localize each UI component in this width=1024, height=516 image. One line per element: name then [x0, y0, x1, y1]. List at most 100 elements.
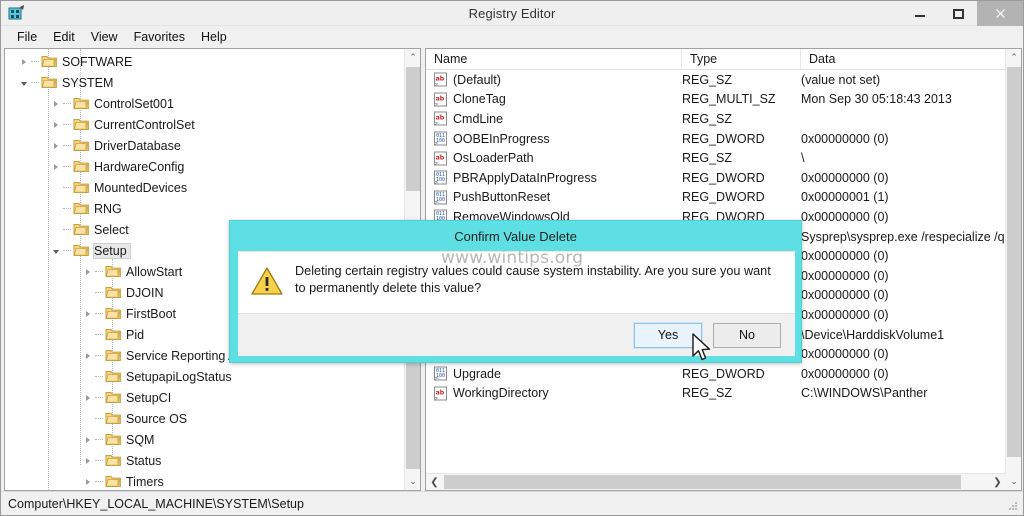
resize-grip-icon[interactable] [1007, 500, 1019, 512]
tree-scroll-thumb-upper[interactable] [406, 67, 420, 191]
close-button[interactable] [977, 1, 1023, 26]
table-row[interactable]: 011 100 OOBEInProgress REG_DWORD 0x00000000 … [426, 129, 1006, 149]
value-type-cell: REG_SZ [682, 72, 733, 87]
watermark: www.wintips.org [441, 248, 584, 268]
table-row[interactable]: ab (Default) REG_SZ (value not set) [426, 70, 1006, 90]
table-row[interactable]: 011 100 Upgrade REG_DWORD 0x00000000 (0) [426, 364, 1006, 384]
column-header-type[interactable]: Type [682, 49, 801, 69]
tree-connector [63, 219, 73, 240]
value-data-cell: 0x00000000 (0) [801, 366, 889, 381]
table-row[interactable]: ab CloneTag REG_MULTI_SZ Mon Sep 30 05:18:4… [426, 90, 1006, 110]
folder-icon [41, 54, 58, 69]
tree-item-currentcontrolset[interactable]: CurrentControlSet [5, 114, 405, 135]
tree-item-driverdatabase[interactable]: DriverDatabase [5, 135, 405, 156]
scroll-left-icon[interactable]: ❮ [426, 474, 443, 490]
folder-icon [105, 453, 122, 468]
menu-favorites[interactable]: Favorites [126, 28, 193, 46]
list-vertical-scrollbar[interactable]: ⌃ ⌄ [1005, 49, 1021, 490]
column-header-name[interactable]: Name [426, 49, 682, 69]
tree-expand-arrow-icon[interactable] [49, 156, 63, 177]
scroll-down-icon[interactable]: ⌄ [405, 473, 420, 490]
folder-icon [105, 474, 122, 489]
tree-expand-arrow-icon[interactable] [81, 429, 95, 450]
tree-connector [63, 156, 73, 177]
tree-expand-arrow-icon[interactable] [81, 303, 95, 324]
tree-expand-arrow-icon[interactable] [81, 345, 95, 366]
folder-icon [105, 306, 122, 321]
list-scroll-down-icon[interactable]: ⌄ [1006, 473, 1021, 490]
tree-item-hardwareconfig[interactable]: HardwareConfig [5, 156, 405, 177]
confirm-value-delete-dialog: Confirm Value Delete Deleting certain re… [229, 220, 802, 363]
scroll-right-icon[interactable]: ❯ [989, 474, 1006, 490]
list-scroll-up-icon[interactable]: ⌃ [1006, 49, 1021, 66]
string-value-icon: ab [433, 386, 448, 401]
value-name: OOBEInProgress [453, 131, 550, 146]
tree-connector [63, 135, 73, 156]
tree-item-rng[interactable]: RNG [5, 198, 405, 219]
tree-item-timers[interactable]: Timers [5, 471, 405, 490]
folder-icon [73, 243, 90, 258]
tree-expand-arrow-icon[interactable] [49, 93, 63, 114]
value-data-cell: 0x00000000 (0) [801, 209, 889, 224]
table-row[interactable]: ab CmdLine REG_SZ [426, 109, 1006, 129]
value-name-cell: ab CloneTag [426, 92, 682, 107]
svg-text:ab: ab [436, 95, 445, 102]
minimize-button[interactable] [901, 1, 939, 26]
table-row[interactable]: ab OsLoaderPath REG_SZ \ [426, 148, 1006, 168]
folder-icon [105, 369, 122, 384]
tree-expand-arrow-icon[interactable] [17, 51, 31, 72]
status-bar: Computer\HKEY_LOCAL_MACHINE\SYSTEM\Setup [1, 491, 1023, 515]
tree-item-software[interactable]: SOFTWARE [5, 51, 405, 72]
menu-file[interactable]: File [9, 28, 45, 46]
tree-item-setupci[interactable]: SetupCI [5, 387, 405, 408]
column-header-data[interactable]: Data [801, 49, 1006, 69]
value-type-cell: REG_SZ [682, 386, 733, 401]
window-controls [901, 1, 1023, 26]
tree-item-source-os[interactable]: Source OS [5, 408, 405, 429]
tree-item-label: CurrentControlSet [94, 117, 195, 132]
list-scroll-thumb[interactable] [1007, 67, 1021, 457]
folder-icon [73, 159, 90, 174]
warning-icon [251, 267, 283, 295]
tree-expand-arrow-icon[interactable] [49, 114, 63, 135]
tree-expand-arrow-icon[interactable] [81, 471, 95, 490]
tree-item-setupapilogstatus[interactable]: SetupapiLogStatus [5, 366, 405, 387]
scroll-up-icon[interactable]: ⌃ [405, 49, 420, 66]
menu-view[interactable]: View [83, 28, 126, 46]
title-bar: Registry Editor [1, 1, 1023, 26]
value-data-cell: 0x00000000 (0) [801, 131, 889, 146]
tree-expand-arrow-icon[interactable] [81, 261, 95, 282]
list-horizontal-scrollbar[interactable]: ❮ ❯ [426, 473, 1006, 490]
svg-text:ab: ab [436, 76, 445, 83]
tree-expand-arrow-icon[interactable] [81, 387, 95, 408]
tree-connector [31, 51, 41, 72]
tree-item-sqm[interactable]: SQM [5, 429, 405, 450]
tree-item-label: MountedDevices [94, 180, 188, 195]
list-hscroll-thumb[interactable] [444, 475, 961, 489]
folder-icon [73, 138, 90, 153]
tree-expand-arrow-open-icon[interactable] [49, 240, 63, 261]
table-row[interactable]: 011 100 PBRApplyDataInProgress REG_DWORD 0x0… [426, 168, 1006, 188]
tree-expand-arrow-icon[interactable] [81, 450, 95, 471]
tree-connector [95, 429, 105, 450]
tree-item-system[interactable]: SYSTEM [5, 72, 405, 93]
tree-expand-arrow-icon[interactable] [49, 135, 63, 156]
table-row[interactable]: ab WorkingDirectory REG_SZ C:\WINDOWS\Panth… [426, 384, 1006, 404]
tree-item-controlset001[interactable]: ControlSet001 [5, 93, 405, 114]
value-data-cell: 0x00000001 (1) [801, 190, 889, 205]
tree-connector [31, 72, 41, 93]
dialog-title: Confirm Value Delete [454, 228, 577, 244]
tree-item-label: SetupCI [126, 390, 172, 405]
tree-expand-arrow-open-icon[interactable] [17, 72, 31, 93]
tree-item-mounteddevices[interactable]: MountedDevices [5, 177, 405, 198]
menu-help[interactable]: Help [193, 28, 235, 46]
tree-item-status[interactable]: Status [5, 450, 405, 471]
no-button[interactable]: No [713, 322, 781, 348]
menu-edit[interactable]: Edit [45, 28, 83, 46]
table-row[interactable]: 011 100 PushButtonReset REG_DWORD 0x00000001… [426, 188, 1006, 208]
maximize-button[interactable] [939, 1, 977, 26]
folder-icon [105, 327, 122, 342]
